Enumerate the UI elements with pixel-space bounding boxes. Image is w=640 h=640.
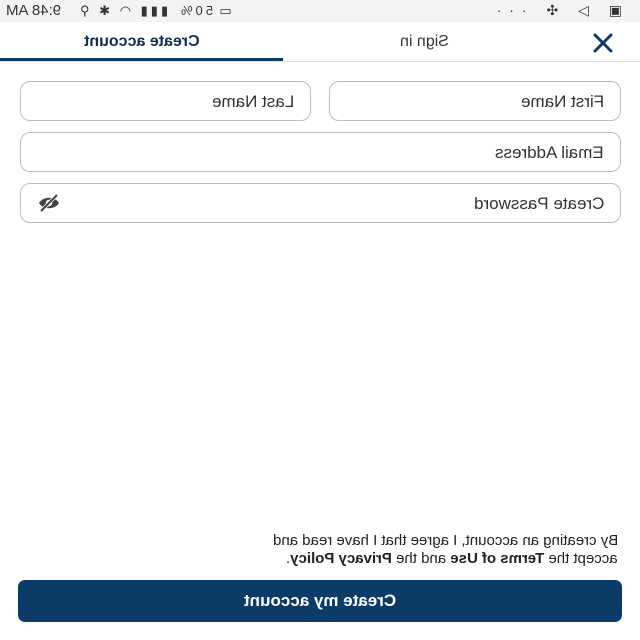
tab-create-account[interactable]: Create account (0, 22, 283, 62)
eye-off-icon (39, 193, 59, 213)
more-dots-icon: ··· (496, 2, 535, 18)
close-button[interactable] (590, 28, 618, 56)
terms-line-2: accept the Terms of Use and the Privacy … (286, 550, 618, 567)
tabbar-divider (0, 61, 640, 62)
fan-icon: ✣ (546, 2, 567, 18)
toggle-password-visibility-button[interactable] (37, 192, 61, 214)
battery-icon: ▭ (219, 3, 235, 18)
create-account-button[interactable]: Create my account (18, 580, 622, 622)
status-bar: 9:48 AM ⚲ ✱ ◠ ▮▮▮ 50% ▭ ··· ✣ ◁ ▣ (0, 0, 640, 22)
password-placeholder: Create Password (473, 194, 604, 213)
battery-percent: 50% (177, 3, 213, 18)
status-time: 9:48 AM (6, 2, 62, 19)
gallery-icon: ▣ (608, 2, 630, 18)
signal-icon: ▮▮▮ (140, 3, 172, 18)
terms-text: By creating an account, I agree that I h… (58, 532, 618, 568)
status-left-icons: ⚲ ✱ ◠ ▮▮▮ 50% ▭ (80, 3, 235, 19)
first-name-field[interactable]: First Name (329, 81, 621, 121)
terms-line-1: By creating an account, I agree that I h… (272, 532, 618, 549)
first-name-placeholder: First Name (520, 92, 604, 111)
status-right-icons: ··· ✣ ◁ ▣ (497, 2, 630, 19)
auth-tabbar: Create account Sign in (0, 22, 640, 62)
location-icon: ⚲ (80, 3, 93, 18)
password-field[interactable]: Create Password (20, 183, 621, 223)
last-name-field[interactable]: Last Name (20, 81, 311, 121)
email-placeholder: Email Address (495, 143, 604, 162)
last-name-placeholder: Last Name (211, 92, 294, 111)
tab-sign-in[interactable]: Sign in (283, 22, 566, 62)
wifi-icon: ◠ (119, 3, 135, 18)
email-field[interactable]: Email Address (20, 132, 621, 172)
close-icon (593, 33, 613, 53)
send-icon: ◁ (578, 2, 597, 18)
terms-of-use-link[interactable]: Terms of Use (451, 550, 545, 567)
privacy-policy-link[interactable]: Privacy Policy (291, 550, 393, 567)
bluetooth-icon: ✱ (99, 3, 114, 18)
